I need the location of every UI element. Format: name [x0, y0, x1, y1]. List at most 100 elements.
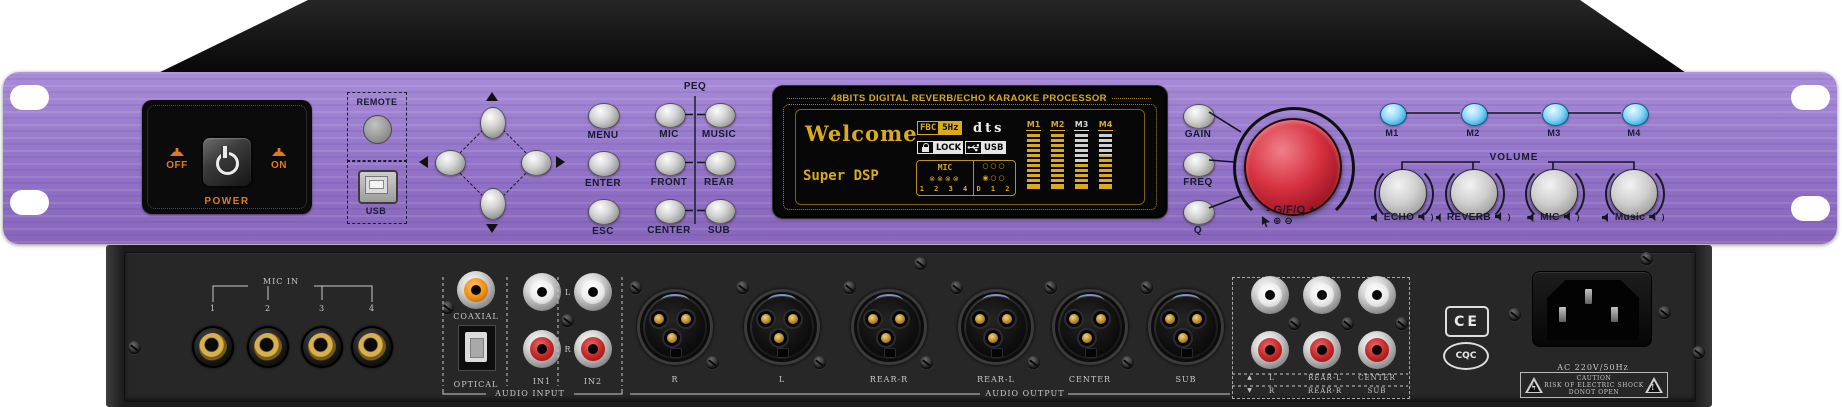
xlr-rear-l-label: REAR-L	[956, 375, 1036, 384]
mic-knob[interactable]	[1530, 169, 1578, 217]
peq-sub-button[interactable]	[705, 199, 736, 224]
screw	[1640, 252, 1653, 265]
reverb-knob[interactable]	[1450, 169, 1498, 217]
speaker-low-icon	[1527, 213, 1536, 222]
arrow-up-icon	[486, 92, 498, 101]
rca-r-label: R	[1252, 387, 1292, 395]
menu-button[interactable]	[588, 103, 620, 129]
meter-label: M3	[1074, 120, 1089, 131]
chassis-top	[0, 0, 1842, 77]
xlr-rear-r-label: REAR-R	[849, 375, 929, 384]
rca-center-label: CENTER	[1355, 374, 1399, 382]
peq-rear-button[interactable]	[705, 151, 736, 176]
peq-center-label: CENTER	[641, 225, 697, 236]
m4-led[interactable]	[1622, 103, 1649, 126]
meter-label: M1	[1026, 120, 1041, 131]
nav-down-button[interactable]	[480, 188, 506, 220]
screw	[1027, 356, 1040, 369]
power-button[interactable]	[201, 136, 253, 188]
mic-in-3: 3	[312, 304, 332, 313]
echo-knob-label-row: ECHO	[1365, 212, 1439, 223]
karaoke-processor-photo: OFF ON POWER REMOTE USB MENU ENTER ESC P…	[0, 0, 1842, 407]
arrow-down-icon	[486, 224, 498, 233]
display-dsp-mode: Super DSP	[803, 168, 879, 184]
freq-label: FREQ	[1168, 177, 1228, 188]
rca-out-sub	[1358, 331, 1396, 369]
music-knob[interactable]	[1610, 169, 1658, 217]
screw	[561, 314, 574, 327]
peq-center-button[interactable]	[655, 199, 686, 224]
gfq-knob[interactable]	[1244, 118, 1342, 216]
cqc-mark: CQC	[1443, 342, 1489, 370]
coaxial-label: COAXIAL	[444, 312, 508, 321]
rca-out-rear-l	[1303, 276, 1341, 314]
audio-output-label: AUDIO OUTPUT	[984, 389, 1066, 398]
speaker-low-icon	[1371, 213, 1380, 222]
screw	[1692, 346, 1705, 359]
input-l-label: L	[560, 288, 576, 297]
menu-label: MENU	[579, 130, 627, 141]
screw	[920, 356, 933, 369]
freq-button[interactable]	[1183, 152, 1215, 177]
peq-music-button[interactable]	[705, 103, 736, 128]
meter-label: M4	[1098, 120, 1113, 131]
peq-front-button[interactable]	[655, 151, 686, 176]
gain-button[interactable]	[1183, 104, 1215, 129]
gain-label: GAIN	[1168, 129, 1228, 140]
m3-led[interactable]	[1542, 103, 1569, 126]
xlr-out-rear-l	[958, 289, 1034, 365]
screw	[1508, 308, 1521, 321]
rca-rear-r-label: REAR-R	[1303, 387, 1347, 395]
power-off-label: OFF	[156, 160, 198, 171]
nav-left-button[interactable]	[435, 150, 466, 176]
ac-pin	[1559, 307, 1566, 322]
coaxial-jack	[457, 271, 495, 309]
mic-matrix-label: MIC	[938, 163, 952, 172]
screw	[1658, 306, 1671, 319]
ac-rating-label: AC 220V/50Hz	[1548, 363, 1638, 372]
caution-plate: ϟ CAUTION RISK OF ELECTRIC SHOCK DONOT O…	[1520, 372, 1668, 398]
peq-music-label: MUSIC	[691, 129, 747, 140]
nav-up-button[interactable]	[480, 107, 506, 139]
screw	[1140, 281, 1153, 294]
peq-mic-button[interactable]	[655, 103, 686, 128]
hand-cursor-icon	[1262, 216, 1270, 227]
peq-front-label: FRONT	[641, 177, 697, 188]
audio-input-label: AUDIO INPUT	[490, 389, 570, 398]
usb-port[interactable]	[358, 170, 398, 204]
q-label: Q	[1168, 225, 1228, 236]
m1-led[interactable]	[1380, 103, 1407, 126]
m2-led[interactable]	[1461, 103, 1488, 126]
speaker-loud-icon	[1495, 212, 1510, 223]
electric-shock-icon: ϟ	[1525, 377, 1543, 393]
esc-button[interactable]	[588, 199, 620, 225]
q-button[interactable]	[1183, 200, 1215, 225]
screw	[843, 281, 856, 294]
nav-right-button[interactable]	[521, 150, 552, 176]
screw	[629, 281, 642, 294]
screw	[736, 281, 749, 294]
meter-bar	[1099, 134, 1112, 182]
padlock-icon	[922, 147, 929, 152]
screw	[128, 341, 141, 354]
mic-jack-2	[247, 326, 289, 368]
rca-out-center	[1358, 276, 1396, 314]
caution-line2: DONOT OPEN	[1569, 389, 1619, 396]
usb-badge: USB	[965, 141, 1006, 154]
screw	[441, 301, 454, 314]
meter-bar	[1075, 134, 1088, 182]
echo-knob[interactable]	[1379, 169, 1427, 217]
screw	[706, 356, 719, 369]
xlr-l-label: L	[742, 375, 822, 384]
echo-label: ECHO	[1384, 212, 1415, 223]
xlr-out-center	[1052, 289, 1128, 365]
speaker-loud-icon	[1564, 212, 1579, 223]
gfq-knob-label: - G/F/Q +	[1241, 204, 1341, 216]
remote-label: REMOTE	[348, 97, 406, 107]
screw	[1341, 317, 1354, 330]
m4-label: M4	[1614, 128, 1654, 138]
meter-label: M2	[1050, 120, 1065, 131]
in1-right-rca	[523, 330, 561, 368]
xlr-out-l	[744, 289, 820, 365]
enter-button[interactable]	[588, 151, 620, 177]
